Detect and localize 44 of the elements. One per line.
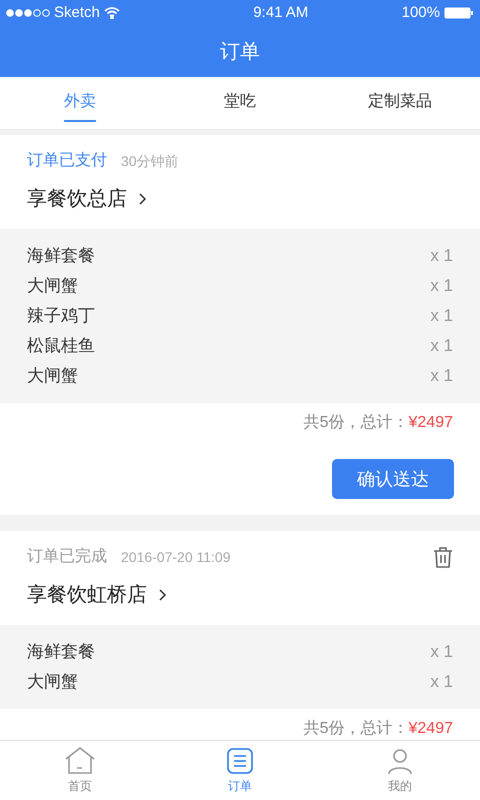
store-name[interactable]: 享餐饮虹桥店 — [27, 580, 147, 610]
page-title: 订单 — [220, 40, 260, 64]
bottom-tab[interactable]: 订单 — [160, 741, 320, 800]
chevron-right-icon[interactable] — [139, 193, 147, 205]
order-total: ¥2497 — [408, 413, 453, 433]
order-status: 订单已支付 — [27, 150, 107, 171]
dish-quantity: x 1 — [430, 335, 453, 358]
order-tab[interactable]: 堂吃 — [160, 77, 320, 129]
battery-icon — [444, 7, 474, 19]
order-tab[interactable]: 外卖 — [0, 77, 160, 129]
dish-name: 海鲜套餐 — [27, 641, 95, 664]
dish-name: 大闸蟹 — [27, 275, 78, 298]
dish-name: 辣子鸡丁 — [27, 305, 95, 328]
chevron-right-icon[interactable] — [159, 589, 167, 601]
order-total: ¥2497 — [408, 719, 453, 739]
order-summary: 共5份，总计： — [304, 719, 408, 739]
order-summary: 共5份，总计： — [304, 413, 408, 433]
list-icon — [226, 746, 254, 774]
dish-name: 大闸蟹 — [27, 671, 78, 694]
dish-name: 海鲜套餐 — [27, 245, 95, 268]
dish-quantity: x 1 — [430, 641, 453, 664]
dish-quantity: x 1 — [430, 305, 453, 328]
bottom-tab[interactable]: 首页 — [0, 741, 160, 800]
clock-time: 9:41 AM — [253, 2, 308, 23]
dish-quantity: x 1 — [430, 245, 453, 268]
store-name[interactable]: 享餐饮总店 — [27, 184, 127, 214]
dish-name: 大闸蟹 — [27, 365, 78, 388]
dish-quantity: x 1 — [430, 275, 453, 298]
order-status: 订单已完成 — [27, 546, 107, 567]
dish-quantity: x 1 — [430, 671, 453, 694]
dish-name: 松鼠桂鱼 — [27, 335, 95, 358]
home-icon — [64, 746, 96, 774]
trash-icon[interactable] — [433, 546, 453, 568]
confirm-delivery-button[interactable]: 确认送达 — [332, 459, 454, 499]
wifi-icon — [104, 7, 120, 19]
order-tab[interactable]: 定制菜品 — [320, 77, 480, 129]
person-icon — [386, 746, 414, 774]
order-time: 2016-07-20 11:09 — [121, 548, 230, 566]
battery-percent: 100% — [402, 2, 440, 23]
dish-quantity: x 1 — [430, 365, 453, 388]
carrier-name: Sketch — [54, 2, 100, 23]
signal-icon — [6, 9, 50, 17]
bottom-tab[interactable]: 我的 — [320, 741, 480, 800]
order-time: 30分钟前 — [121, 152, 179, 170]
